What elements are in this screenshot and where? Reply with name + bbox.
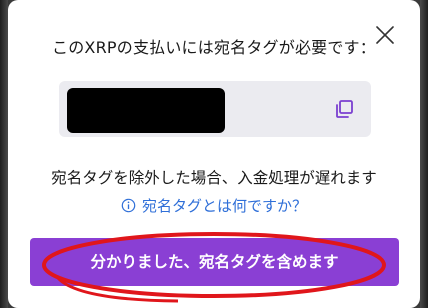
copy-icon	[336, 100, 353, 118]
destination-tag-help-link[interactable]: 宛名タグとは何ですか？	[8, 195, 420, 216]
dialog-title: このXRPの支払いには宛名タグが必要です：	[52, 38, 376, 57]
info-circle-icon	[121, 198, 136, 213]
help-link-label: 宛名タグとは何ですか？	[141, 197, 307, 215]
backdrop-overlay-right	[420, 0, 428, 308]
destination-tag-dialog: このXRPの支払いには宛名タグが必要です： [redacted] 宛名タグを除外…	[8, 0, 420, 308]
copy-button[interactable]	[333, 98, 355, 120]
destination-tag-field: [redacted]	[59, 81, 371, 137]
confirm-include-tag-button[interactable]: 分かりました、宛名タグを含めます	[30, 238, 399, 286]
delay-warning-text: 宛名タグを除外した場合、入金処理が遅れます	[51, 169, 377, 187]
destination-tag-value-redacted: [redacted]	[67, 88, 225, 133]
backdrop-overlay-left	[0, 0, 8, 308]
